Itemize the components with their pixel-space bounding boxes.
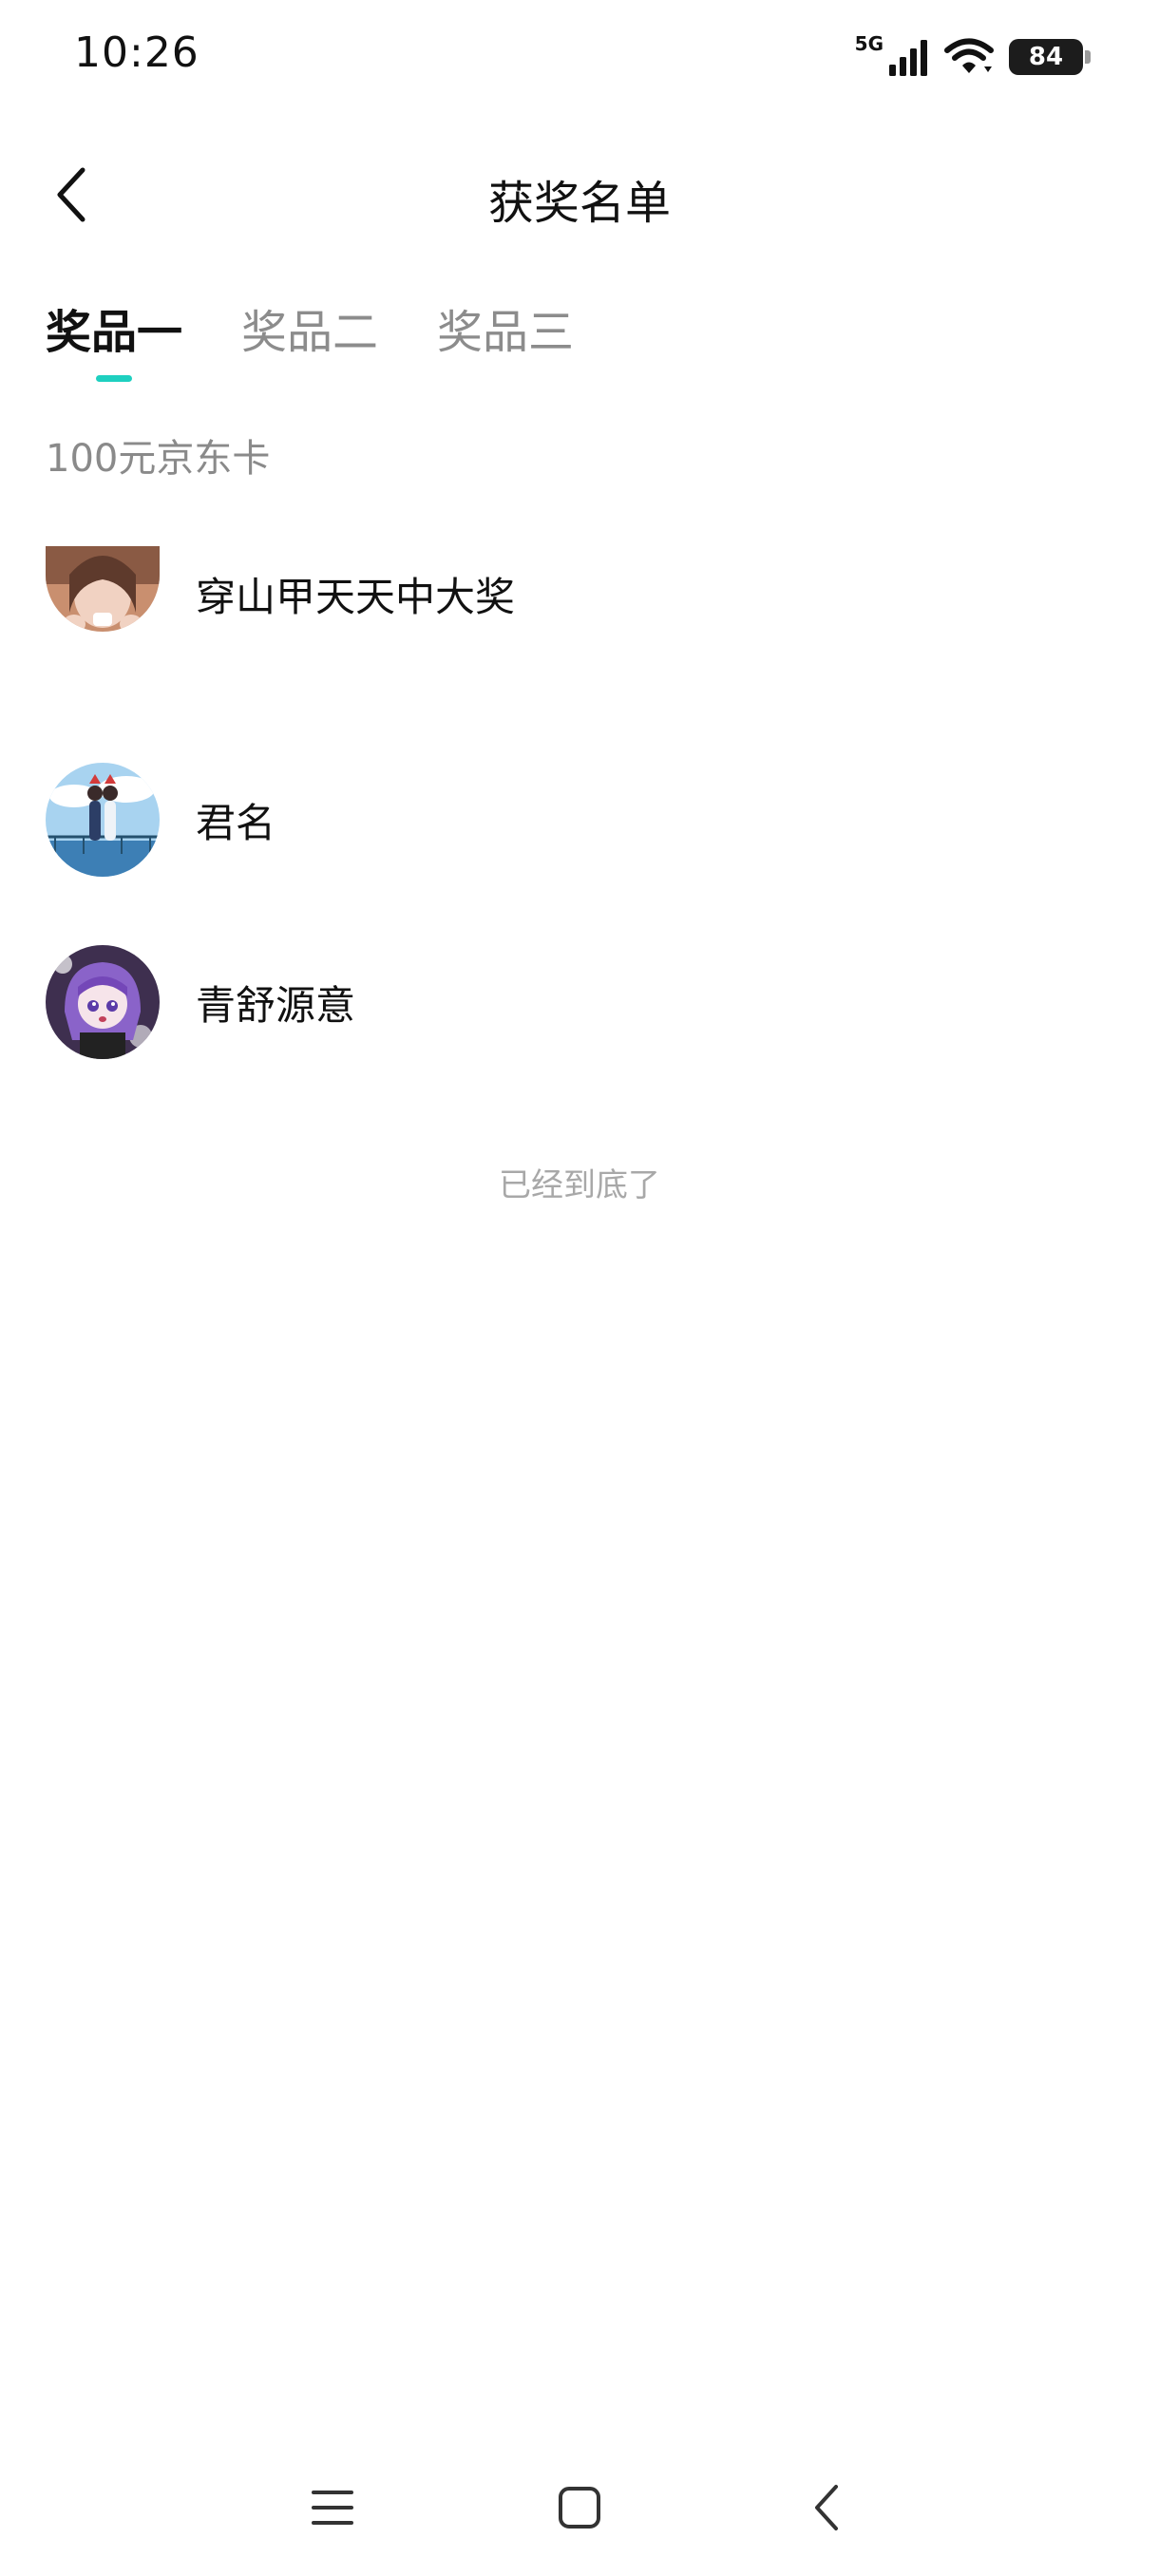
back-icon bbox=[815, 2485, 838, 2530]
battery-level: 84 bbox=[1028, 43, 1064, 71]
home-icon bbox=[559, 2487, 600, 2529]
home-button[interactable] bbox=[549, 2477, 610, 2538]
avatar bbox=[46, 945, 160, 1059]
network-type-label: 5G bbox=[854, 32, 884, 55]
signal-icon bbox=[889, 40, 927, 76]
list-item[interactable]: 君名 bbox=[46, 729, 1113, 911]
menu-button[interactable] bbox=[302, 2477, 363, 2538]
page-title: 获奖名单 bbox=[487, 177, 671, 230]
avatar bbox=[46, 546, 160, 632]
prize-name: 100元京东卡 bbox=[46, 437, 271, 481]
tab-label: 奖品二 bbox=[241, 306, 379, 359]
status-time: 10:26 bbox=[74, 28, 200, 77]
prize-tabs: 奖品一 奖品二 奖品三 bbox=[46, 294, 574, 389]
winners-list: 穿山甲天天中大奖 君名 青舒源意 bbox=[46, 546, 1113, 1093]
tab-prize-1[interactable]: 奖品一 bbox=[46, 294, 182, 389]
tab-label: 奖品一 bbox=[46, 306, 183, 359]
wifi-icon bbox=[944, 38, 994, 73]
system-nav-bar bbox=[0, 2460, 1159, 2555]
status-bar: 10:26 5G 84 bbox=[0, 0, 1159, 114]
tab-active-indicator bbox=[96, 375, 132, 382]
winner-name: 青舒源意 bbox=[196, 981, 356, 1029]
list-item[interactable]: 青舒源意 bbox=[46, 911, 1113, 1093]
menu-icon bbox=[312, 2491, 353, 2525]
tab-prize-3[interactable]: 奖品三 bbox=[437, 294, 574, 389]
avatar bbox=[46, 763, 160, 877]
status-icons: 5G 84 bbox=[854, 30, 1091, 84]
winner-name: 君名 bbox=[196, 799, 276, 846]
tab-prize-2[interactable]: 奖品二 bbox=[241, 294, 378, 389]
end-of-list-text: 已经到底了 bbox=[499, 1166, 660, 1204]
nav-back-button[interactable] bbox=[796, 2477, 857, 2538]
page-header: 获奖名单 bbox=[0, 142, 1159, 247]
battery-icon: 84 bbox=[1009, 39, 1091, 75]
list-item[interactable]: 穿山甲天天中大奖 bbox=[46, 546, 1113, 641]
winners-page: 10:26 5G 84 获奖名单 奖品一 奖品二 奖品三 100元京东卡 穿山甲… bbox=[0, 0, 1159, 2576]
winner-name: 穿山甲天天中大奖 bbox=[196, 573, 516, 620]
tab-label: 奖品三 bbox=[437, 306, 575, 359]
